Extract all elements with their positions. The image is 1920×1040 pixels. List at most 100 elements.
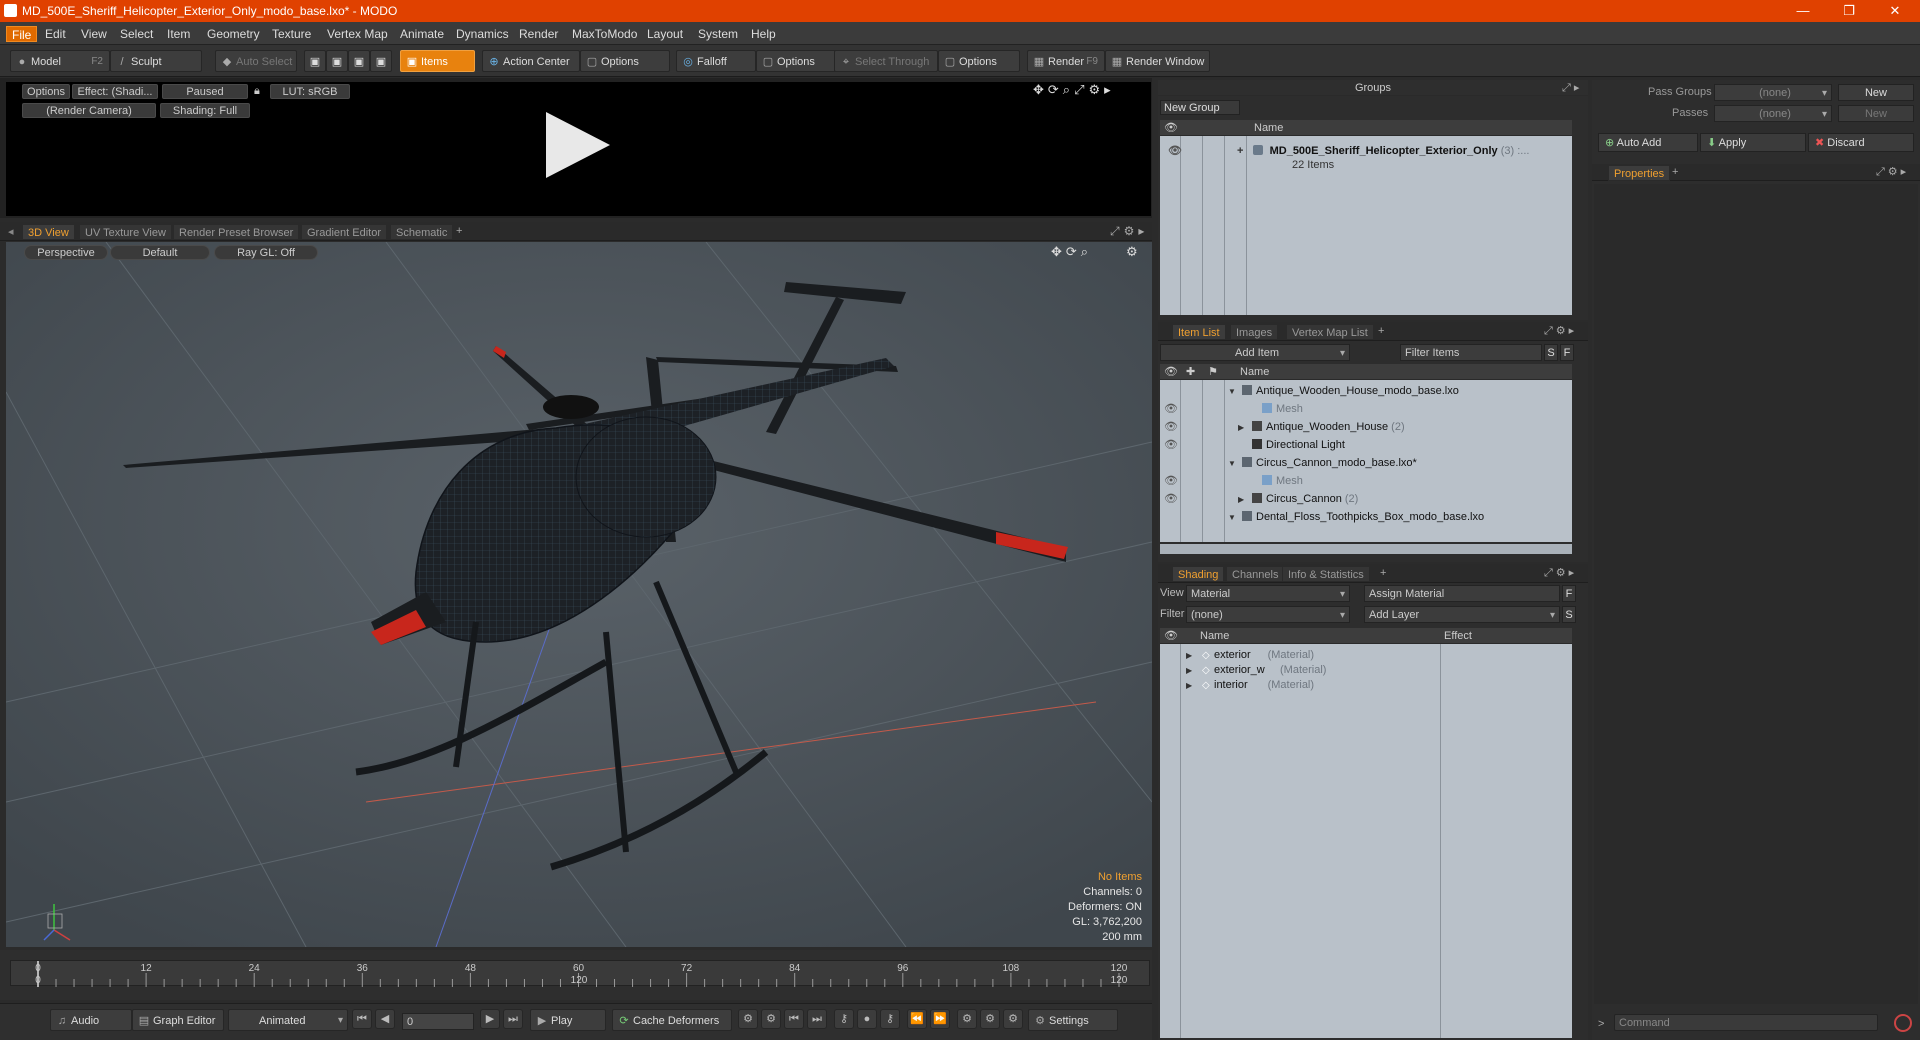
groups-expand-icon[interactable]: ⤢ ▸ xyxy=(1562,81,1579,95)
item-list[interactable]: 👁︎ ✚ ⚑ Name ▼ Antique_Wooden_House_modo_b… xyxy=(1160,364,1572,542)
perspective-dropdown[interactable]: Perspective xyxy=(24,245,108,260)
item-list-row[interactable]: ▼ Circus_Cannon_modo_base.lxo* xyxy=(1160,454,1572,472)
expand-arrow-icon[interactable]: ▶ xyxy=(1238,491,1252,509)
go-to-start-icon[interactable]: ⏮ xyxy=(352,1009,372,1029)
add-tab-icon[interactable]: + xyxy=(1378,325,1384,337)
preview-paused-button[interactable]: Paused xyxy=(162,84,248,99)
expand-arrow-icon[interactable]: ▼ xyxy=(1228,509,1242,527)
action-center-options-button[interactable]: ▢ Options xyxy=(580,50,670,72)
preview-effect-dropdown[interactable]: Effect: (Shadi... xyxy=(72,84,158,99)
key-selected-icon[interactable]: ⚷ xyxy=(880,1009,900,1029)
falloff-button[interactable]: ◎ Falloff xyxy=(676,50,756,72)
item-visibility-icon[interactable]: 👁︎ xyxy=(1164,436,1178,454)
view-material-dropdown[interactable]: Material xyxy=(1186,585,1350,602)
settings-button[interactable]: ⚙ Settings xyxy=(1028,1009,1118,1031)
play-preview-icon[interactable] xyxy=(546,112,610,178)
previous-key-icon[interactable]: ◀ xyxy=(375,1009,395,1029)
command-history-icon[interactable] xyxy=(1894,1014,1912,1032)
menu-dynamics[interactable]: Dynamics xyxy=(451,26,514,42)
viewport-nav-icons[interactable]: ✥⟳⌕ xyxy=(1051,244,1092,260)
vertices-mode-button[interactable]: ▣ xyxy=(304,50,326,72)
properties-controls-icons[interactable]: ⤢⚙▸ xyxy=(1876,165,1909,179)
model-mode-button[interactable]: ● Model F2 xyxy=(10,50,110,72)
menu-layout[interactable]: Layout xyxy=(642,26,688,42)
preview-lut-dropdown[interactable]: LUT: sRGB xyxy=(270,84,350,99)
prev-keyframe-icon[interactable]: ⏮ xyxy=(784,1009,804,1029)
render-button[interactable]: ▦ Render F9 xyxy=(1027,50,1105,72)
tab-properties[interactable]: Properties xyxy=(1608,165,1671,181)
item-visibility-icon[interactable]: 👁︎ xyxy=(1164,418,1178,436)
ray-gl-dropdown[interactable]: Ray GL: Off xyxy=(214,245,318,260)
item-visibility-icon[interactable]: 👁︎ xyxy=(1164,400,1178,418)
tab-shading[interactable]: Shading xyxy=(1172,566,1225,582)
menu-edit[interactable]: Edit xyxy=(40,26,71,42)
record-icon[interactable]: ● xyxy=(857,1009,877,1029)
cache-deformers-button[interactable]: ⟳ Cache Deformers xyxy=(612,1009,732,1031)
tab-render-preset-browser[interactable]: Render Preset Browser xyxy=(173,224,300,240)
current-frame-input[interactable]: 0 xyxy=(402,1013,474,1030)
menu-vertex-map[interactable]: Vertex Map xyxy=(322,26,393,42)
group-visibility-icon[interactable]: 👁︎ xyxy=(1168,145,1182,157)
expand-arrow-icon[interactable]: ▶ xyxy=(1238,419,1252,437)
menu-maxtomodo[interactable]: MaxToModo xyxy=(567,26,642,42)
menu-view[interactable]: View xyxy=(76,26,112,42)
item-list-row[interactable]: 👁︎ ▶ Circus_Cannon (2) xyxy=(1160,490,1572,508)
menu-select[interactable]: Select xyxy=(115,26,158,42)
tab-schematic[interactable]: Schematic xyxy=(390,224,454,240)
select-through-options-button[interactable]: ▢ Options xyxy=(938,50,1020,72)
item-list-row[interactable]: 👁︎ Directional Light xyxy=(1160,436,1572,454)
item-list-f-button[interactable]: F xyxy=(1560,344,1574,361)
step-back-icon[interactable]: ⏪ xyxy=(907,1009,927,1029)
close-button[interactable]: ✕ xyxy=(1872,0,1918,22)
tab-gradient-editor[interactable]: Gradient Editor xyxy=(301,224,387,240)
auto-key-icon[interactable]: ⚷ xyxy=(834,1009,854,1029)
shader-row[interactable]: ▶ ◇ exterior (Material) xyxy=(1160,648,1572,663)
item-visibility-icon[interactable]: 👁︎ xyxy=(1164,472,1178,490)
tab-3d-view[interactable]: 3D View xyxy=(22,224,75,240)
preview-options-button[interactable]: Options xyxy=(22,84,70,99)
shader-row[interactable]: ▶ ◇ exterior_w (Material) xyxy=(1160,663,1572,678)
timeline-ruler[interactable]: 0 12 24 36 48 60 72 84 96 108 120 0 120 120 xyxy=(10,960,1150,987)
panel-controls-icons[interactable]: ⤢⚙▸ xyxy=(1110,224,1148,239)
motion-path-icon[interactable]: ⚙ xyxy=(1003,1009,1023,1029)
menu-file[interactable]: File xyxy=(6,26,38,42)
menu-item[interactable]: Item xyxy=(162,26,195,42)
tab-channels[interactable]: Channels xyxy=(1226,566,1285,582)
select-through-button[interactable]: ⌖ Select Through xyxy=(834,50,938,72)
expand-arrow-icon[interactable]: ▶ xyxy=(1186,678,1192,693)
shading-s-button[interactable]: S xyxy=(1562,606,1576,623)
item-list-row[interactable]: 👁︎ ▶ Antique_Wooden_House (2) xyxy=(1160,418,1572,436)
falloff-options-button[interactable]: ▢ Options xyxy=(756,50,836,72)
next-key-icon[interactable]: ▶ xyxy=(480,1009,500,1029)
channel-haul-icon[interactable]: ⚙ xyxy=(980,1009,1000,1029)
expand-arrow-icon[interactable]: ▼ xyxy=(1228,383,1242,401)
discard-button[interactable]: ✖ Discard xyxy=(1808,133,1914,152)
shader-tree[interactable]: 👁︎ Name Effect ▶ ◇ exterior (Material) ▶ ◇ ext… xyxy=(1160,628,1572,1038)
key-options-icon[interactable]: ⚙ xyxy=(761,1009,781,1029)
auto-add-button[interactable]: ⊕ Auto Add xyxy=(1598,133,1698,152)
tab-item-list[interactable]: Item List xyxy=(1172,324,1226,340)
item-list-controls-icons[interactable]: ⤢⚙▸ xyxy=(1544,324,1577,338)
minimize-button[interactable]: — xyxy=(1780,0,1826,22)
groups-list[interactable]: 👁︎ Name 👁︎ + MD_500E_Sheriff_Helicopter_… xyxy=(1160,120,1572,315)
add-tab-icon[interactable]: + xyxy=(1380,567,1386,579)
item-list-row[interactable]: ▼ Antique_Wooden_House_modo_base.lxo xyxy=(1160,382,1572,400)
menu-texture[interactable]: Texture xyxy=(267,26,316,42)
audio-button[interactable]: ♫ Audio xyxy=(50,1009,132,1031)
assign-material-button[interactable]: Assign Material xyxy=(1364,585,1560,602)
item-list-row[interactable]: 👁︎ Mesh xyxy=(1160,400,1572,418)
render-window-button[interactable]: ▦ Render Window xyxy=(1105,50,1210,72)
menu-help[interactable]: Help xyxy=(746,26,781,42)
passes-dropdown[interactable]: (none) xyxy=(1714,105,1832,122)
timeline[interactable]: 0 12 24 36 48 60 72 84 96 108 120 0 120 120 xyxy=(0,950,1152,1000)
tab-vertex-map-list[interactable]: Vertex Map List xyxy=(1286,324,1374,340)
command-input[interactable]: Command xyxy=(1614,1014,1878,1031)
shading-f-button[interactable]: F xyxy=(1562,585,1576,602)
tab-images[interactable]: Images xyxy=(1230,324,1279,340)
sculpt-mode-button[interactable]: / Sculpt xyxy=(110,50,202,72)
filter-items-input[interactable]: Filter Items xyxy=(1400,344,1542,361)
new-group-button[interactable]: New Group xyxy=(1160,100,1240,115)
item-list-row[interactable]: 👁︎ Mesh xyxy=(1160,472,1572,490)
menu-animate[interactable]: Animate xyxy=(395,26,449,42)
item-list-scrollbar[interactable] xyxy=(1160,544,1572,554)
